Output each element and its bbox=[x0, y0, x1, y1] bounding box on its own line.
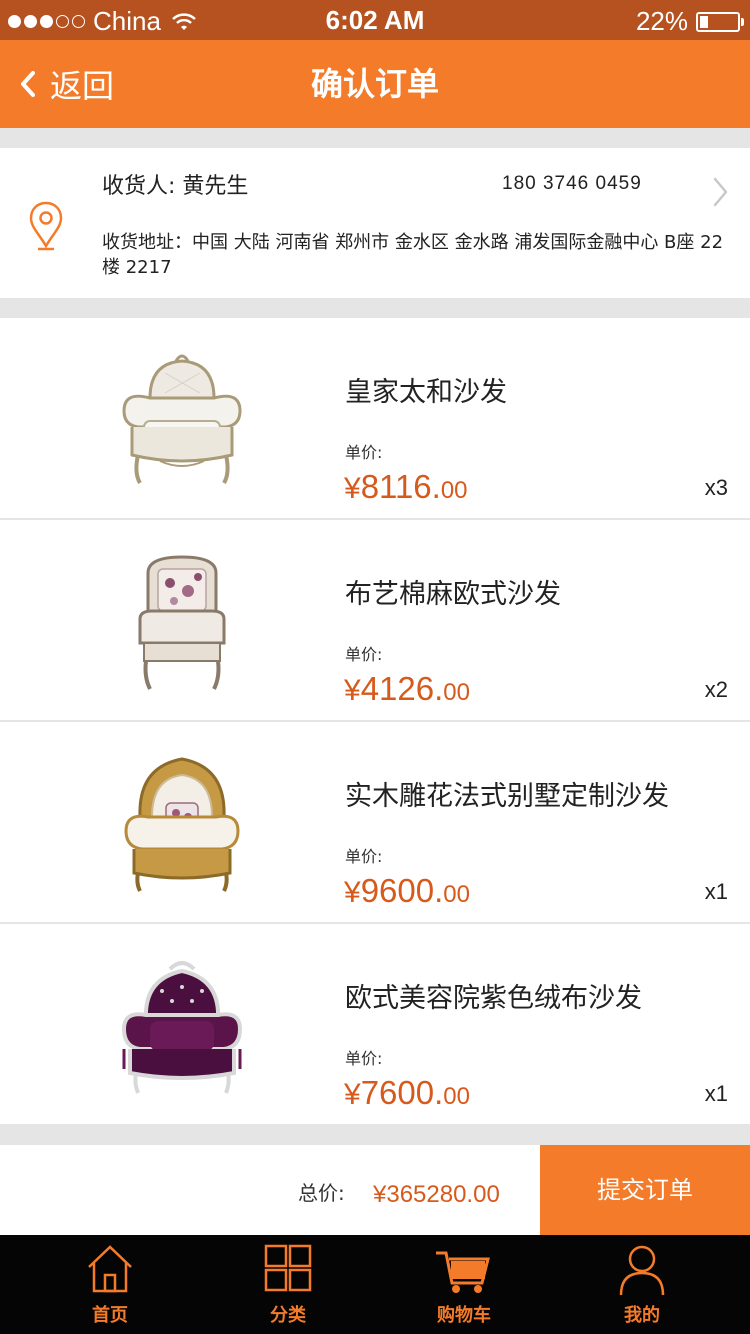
tab-home[interactable]: 首页 bbox=[40, 1235, 180, 1334]
sofa-image-4 bbox=[121, 961, 243, 1094]
order-item: 皇家太和沙发 单价: ¥8116.00 x3 bbox=[0, 318, 750, 518]
location-pin-icon bbox=[29, 201, 63, 251]
unit-price: ¥7600.00 bbox=[344, 1074, 470, 1111]
shipping-address: 收货地址：中国 大陆 河南省 郑州市 金水区 金水路 浦发国际金融中心 B座 2… bbox=[102, 232, 724, 278]
order-item: 布艺棉麻欧式沙发 单价: ¥4126.00 x2 bbox=[0, 520, 750, 720]
tab-home-label: 首页 bbox=[92, 1305, 128, 1326]
tab-category-label: 分类 bbox=[270, 1305, 306, 1326]
unit-price: ¥9600.00 bbox=[344, 872, 470, 909]
unit-price-label: 单价: bbox=[345, 1049, 383, 1068]
unit-price: ¥4126.00 bbox=[344, 670, 470, 707]
tab-bar: 首页 分类 购物车 我的 bbox=[0, 1235, 750, 1334]
tab-mine-label: 我的 bbox=[624, 1305, 660, 1326]
unit-price: ¥8116.00 bbox=[344, 468, 468, 505]
item-name: 实木雕花法式别墅定制沙发 bbox=[345, 781, 669, 812]
order-item: 欧式美容院紫色绒布沙发 单价: ¥7600.00 x1 bbox=[0, 924, 750, 1124]
item-quantity: x1 bbox=[704, 1081, 728, 1106]
item-name: 欧式美容院紫色绒布沙发 bbox=[345, 983, 642, 1014]
unit-price-label: 单价: bbox=[345, 645, 383, 664]
order-item: 实木雕花法式别墅定制沙发 单价: ¥9600.00 x1 bbox=[0, 722, 750, 922]
user-icon bbox=[619, 1245, 665, 1296]
tab-category[interactable]: 分类 bbox=[218, 1235, 358, 1334]
item-quantity: x3 bbox=[704, 475, 728, 500]
order-summary-bar: 总价: ¥365280.00 提交订单 bbox=[0, 1145, 750, 1235]
unit-price-label: 单价: bbox=[345, 443, 383, 462]
status-bar: China 6:02 AM 22% bbox=[0, 0, 750, 40]
tab-mine[interactable]: 我的 bbox=[572, 1235, 712, 1334]
total-price: ¥365280.00 bbox=[373, 1181, 500, 1208]
sofa-image-3 bbox=[124, 757, 240, 892]
sofa-image-1 bbox=[122, 354, 242, 485]
unit-price-label: 单价: bbox=[345, 847, 383, 866]
total-label: 总价: bbox=[298, 1181, 345, 1205]
item-quantity: x1 bbox=[704, 879, 728, 904]
item-name: 布艺棉麻欧式沙发 bbox=[345, 579, 561, 610]
tab-cart[interactable]: 购物车 bbox=[394, 1235, 534, 1334]
home-icon bbox=[88, 1245, 132, 1293]
page-title: 确认订单 bbox=[310, 65, 439, 103]
cart-icon bbox=[436, 1251, 490, 1293]
nav-bar: 返回 确认订单 bbox=[0, 40, 750, 128]
item-quantity: x2 bbox=[704, 677, 728, 702]
battery-percent: 22% bbox=[635, 6, 688, 36]
item-name: 皇家太和沙发 bbox=[345, 377, 507, 408]
tab-cart-label: 购物车 bbox=[437, 1305, 491, 1326]
battery-info: 22% bbox=[635, 6, 744, 37]
consignee-phone: 180 3746 0459 bbox=[502, 173, 642, 194]
grid-icon bbox=[264, 1244, 312, 1292]
chevron-right-icon[interactable] bbox=[712, 176, 730, 208]
consignee-name: 收货人: 黄先生 bbox=[102, 174, 249, 199]
submit-order-button[interactable]: 提交订单 bbox=[540, 1145, 750, 1235]
battery-icon bbox=[696, 11, 744, 32]
sofa-image-2 bbox=[138, 555, 226, 690]
